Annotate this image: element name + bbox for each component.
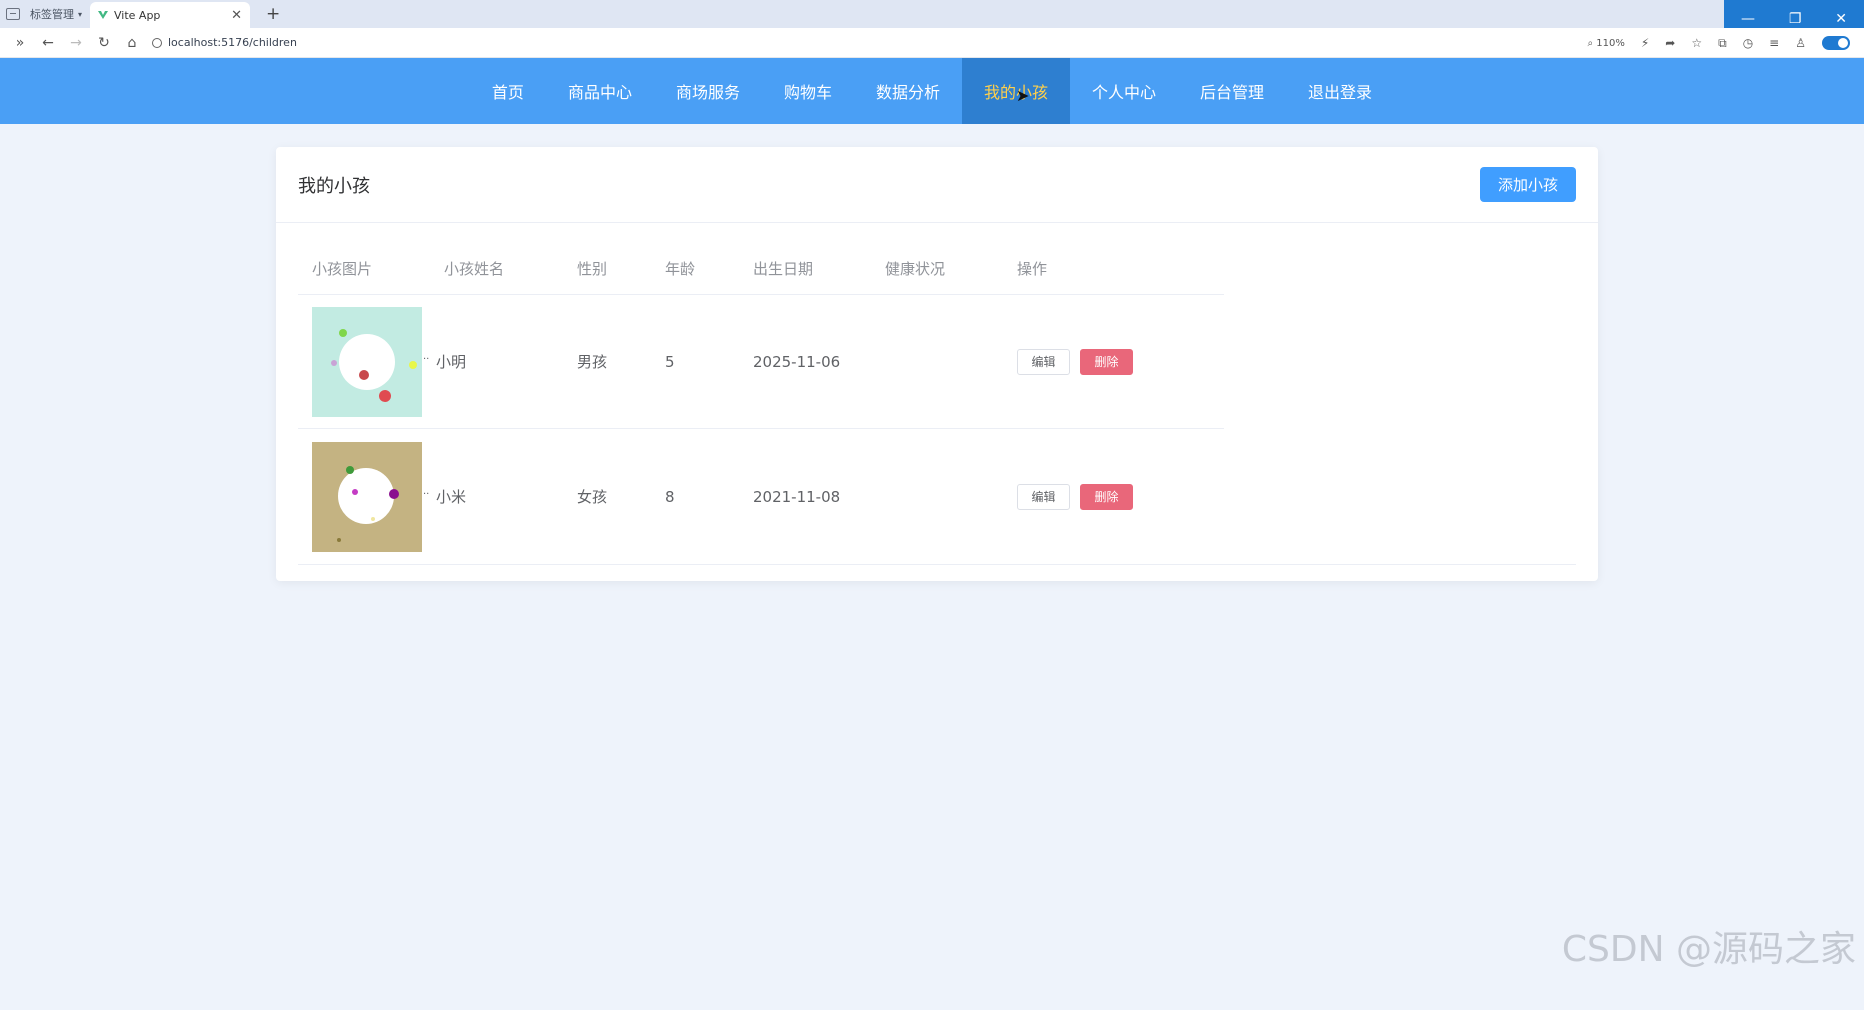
- card-header: 我的小孩 添加小孩: [276, 147, 1598, 223]
- search-icon: [152, 37, 162, 48]
- tab-actions-icon[interactable]: [6, 8, 20, 20]
- new-tab-icon[interactable]: +: [266, 4, 280, 24]
- child-birth-date: 2021-11-08: [753, 487, 841, 506]
- nav-item-home[interactable]: 首页: [470, 58, 546, 124]
- nav-item-profile[interactable]: 个人中心: [1070, 58, 1178, 124]
- main-nav: 首页 商品中心 商场服务 购物车 数据分析 我的小孩 个人中心 后台管理 退出登…: [0, 58, 1864, 124]
- child-gender: 女孩: [577, 488, 608, 506]
- url-text: localhost:5176/children: [168, 36, 297, 49]
- lightning-icon[interactable]: ⚡: [1641, 36, 1649, 50]
- forward-icon[interactable]: →: [68, 35, 84, 51]
- zoom-value: 110%: [1596, 37, 1625, 49]
- child-name: 小米: [436, 488, 467, 506]
- nav-label: 商品中心: [567, 83, 632, 102]
- child-gender: 男孩: [577, 353, 608, 371]
- url-input[interactable]: localhost:5176/children: [152, 36, 297, 49]
- tab-group[interactable]: 标签管理 ▾: [30, 6, 82, 22]
- children-table: 小孩图片 小孩姓名 性别 年龄 出生日期 健康状况 操作 .. 小明 男孩 5 …: [298, 243, 1576, 565]
- child-name: 小明: [436, 353, 467, 371]
- share-icon[interactable]: ➦: [1665, 36, 1675, 50]
- child-birth-date: 2025-11-06: [753, 352, 841, 371]
- nav-label: 首页: [491, 83, 524, 102]
- table-row: .. 小明 男孩 5 2025-11-06 编辑 删除: [298, 295, 1224, 429]
- child-avatar-image: [312, 441, 422, 552]
- vite-logo-icon: [98, 11, 108, 19]
- child-avatar-image: [312, 306, 422, 417]
- child-age: 8: [665, 487, 675, 506]
- nav-item-analytics[interactable]: 数据分析: [854, 58, 962, 124]
- watermark: CSDN @源码之家: [1561, 929, 1856, 970]
- table-header: 小孩图片 小孩姓名 性别 年龄 出生日期 健康状况 操作: [298, 243, 1224, 295]
- nav-item-services[interactable]: 商场服务: [654, 58, 762, 124]
- nav-item-cart[interactable]: 购物车: [762, 58, 854, 124]
- nav-item-logout[interactable]: 退出登录: [1286, 58, 1394, 124]
- image-ellipsis: ..: [423, 485, 430, 497]
- row-actions: 编辑 删除: [1003, 348, 1224, 375]
- nav-label: 个人中心: [1092, 83, 1157, 102]
- add-child-button[interactable]: 添加小孩: [1480, 167, 1576, 202]
- back-icon[interactable]: ←: [40, 35, 56, 51]
- zoom-level[interactable]: ⌕ 110%: [1587, 38, 1624, 49]
- home-icon[interactable]: ⌂: [124, 35, 140, 51]
- tab-title: Vite App: [114, 8, 161, 22]
- header-image: 小孩图片: [312, 260, 373, 278]
- child-image-cell: ..: [298, 441, 430, 552]
- reload-icon[interactable]: ↻: [96, 35, 112, 51]
- minimize-icon[interactable]: —: [1741, 11, 1755, 27]
- address-bar-tools: ⌕ 110% ⚡ ➦ ☆ ⧉ ◷ ≡ ♙: [1587, 28, 1850, 58]
- star-icon[interactable]: ☆: [1691, 36, 1702, 50]
- nav-label: 数据分析: [875, 83, 940, 102]
- restore-icon[interactable]: ❐: [1789, 11, 1802, 27]
- delete-button[interactable]: 删除: [1080, 348, 1133, 375]
- children-card: 我的小孩 添加小孩 小孩图片 小孩姓名 性别 年龄 出生日期 健康状况 操作 .…: [276, 147, 1598, 581]
- page-title: 我的小孩: [298, 175, 370, 197]
- header-name: 小孩姓名: [444, 260, 505, 278]
- extensions-icon[interactable]: ⧉: [1718, 36, 1727, 51]
- edit-button[interactable]: 编辑: [1017, 483, 1070, 510]
- header-birth: 出生日期: [753, 260, 814, 278]
- table-row: .. 小米 女孩 8 2021-11-08 编辑 删除: [298, 429, 1576, 565]
- address-bar: » ← → ↻ ⌂ localhost:5176/children ⌕ 110%…: [0, 28, 1864, 58]
- close-tab-icon[interactable]: ✕: [231, 8, 242, 23]
- delete-button[interactable]: 删除: [1080, 483, 1133, 510]
- edit-button[interactable]: 编辑: [1017, 348, 1070, 375]
- row-actions: 编辑 删除: [1003, 483, 1224, 510]
- header-health: 健康状况: [885, 260, 946, 278]
- nav-label: 商场服务: [675, 83, 740, 102]
- child-age: 5: [665, 352, 675, 371]
- close-window-icon[interactable]: ✕: [1835, 11, 1847, 27]
- header-actions: 操作: [1017, 260, 1048, 278]
- nav-item-admin[interactable]: 后台管理: [1178, 58, 1286, 124]
- nav-label: 购物车: [783, 83, 832, 102]
- image-ellipsis: ..: [423, 350, 430, 362]
- header-gender: 性别: [577, 260, 608, 278]
- browser-tabstrip: 标签管理 ▾ Vite App ✕ + — ❐ ✕: [0, 0, 1864, 38]
- tab-group-label: 标签管理: [30, 8, 74, 21]
- child-image-cell: ..: [298, 306, 430, 417]
- history-icon[interactable]: ◷: [1743, 36, 1753, 50]
- chevron-down-icon: ▾: [78, 9, 83, 19]
- sidebar-toggle-icon[interactable]: »: [12, 35, 28, 51]
- mouse-cursor-icon: ➤: [1016, 86, 1030, 105]
- toggle-switch[interactable]: [1822, 36, 1850, 50]
- nav-item-products[interactable]: 商品中心: [546, 58, 654, 124]
- nav-label: 退出登录: [1308, 83, 1373, 102]
- profile-icon[interactable]: ♙: [1795, 36, 1806, 50]
- nav-label: 后台管理: [1200, 83, 1265, 102]
- header-age: 年龄: [665, 260, 696, 278]
- browser-tab-active[interactable]: Vite App ✕: [90, 2, 250, 28]
- menu-icon[interactable]: ≡: [1769, 36, 1779, 50]
